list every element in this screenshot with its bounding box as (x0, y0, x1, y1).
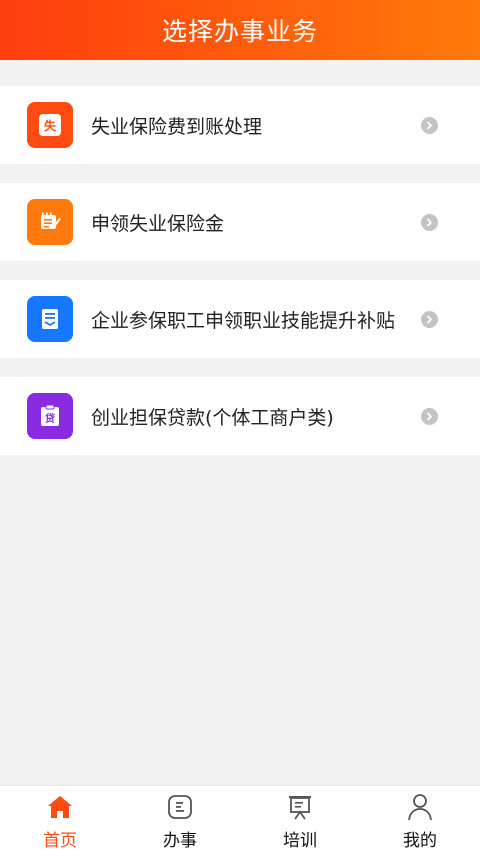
chevron-right-icon (421, 310, 438, 328)
tab-label: 办事 (163, 831, 197, 851)
page-title: 选择办事业务 (161, 17, 318, 46)
presentation-board-icon (285, 792, 315, 822)
icon-glyph: 失 (44, 118, 57, 133)
service-label: 企业参保职工申领职业技能提升补贴 (91, 309, 396, 332)
tab-label: 培训 (283, 831, 317, 851)
page-header: 选择办事业务 (0, 0, 480, 60)
service-label: 申领失业保险金 (91, 212, 225, 235)
tab-training[interactable]: 培训 (240, 786, 360, 853)
tab-tasks[interactable]: 办事 (120, 786, 240, 853)
service-label: 创业担保贷款(个体工商户类) (91, 406, 334, 429)
service-item-unemployment-benefit[interactable]: 申领失业保险金 (0, 183, 480, 261)
pen-note-icon (27, 199, 73, 245)
tab-profile[interactable]: 我的 (360, 786, 480, 853)
document-list-icon (27, 296, 73, 342)
icon-glyph: 贷 (44, 412, 55, 425)
user-icon (405, 792, 435, 822)
service-item-business-loan[interactable]: 贷 创业担保贷款(个体工商户类) (0, 377, 480, 455)
bottom-tab-bar: 首页 办事 培训 我的 (0, 785, 480, 853)
task-list-icon (165, 792, 195, 822)
chevron-right-icon (421, 213, 438, 231)
chevron-right-icon (421, 407, 438, 425)
tab-label: 首页 (43, 831, 77, 851)
service-label: 失业保险费到账处理 (91, 115, 263, 138)
tab-home[interactable]: 首页 (0, 786, 120, 853)
loan-clipboard-icon: 贷 (27, 393, 73, 439)
unemployment-doc-icon: 失 (27, 102, 73, 148)
service-item-skill-subsidy[interactable]: 企业参保职工申领职业技能提升补贴 (0, 280, 480, 358)
service-item-unemployment-fee[interactable]: 失 失业保险费到账处理 (0, 86, 480, 164)
home-icon (45, 792, 75, 822)
tab-label: 我的 (403, 831, 437, 851)
chevron-right-icon (421, 116, 438, 134)
service-list: 失 失业保险费到账处理 申领失业保险金 企业参保职工申领职业技能提升补贴 贷 创… (0, 86, 480, 474)
